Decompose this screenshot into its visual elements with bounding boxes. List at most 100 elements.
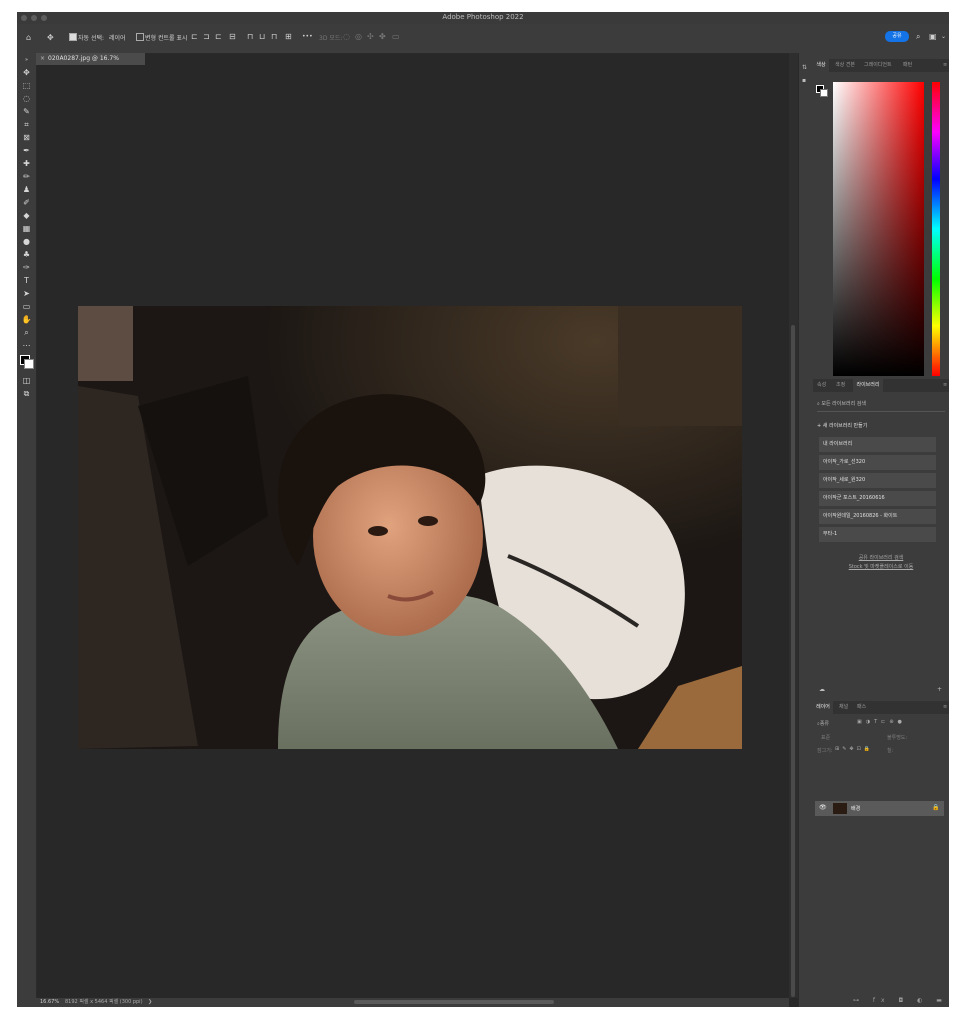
tab-patterns[interactable]: 패턴 [903,59,912,72]
tab-swatches[interactable]: 색상 견본 [835,59,855,72]
align-top-icon[interactable]: ⊓ [247,32,253,42]
quick-select-tool-icon[interactable]: ✎ [20,106,33,117]
tab-adjustments[interactable]: 조정 [836,379,845,392]
align-bottom-icon[interactable]: ⊓ [271,32,277,42]
layer-row[interactable]: 👁 배경 🔒 [815,801,944,816]
eyedropper-tool-icon[interactable]: ✒ [20,145,33,156]
pen-tool-icon[interactable]: ✑ [20,262,33,273]
tab-layers[interactable]: 레이어 [813,701,833,714]
auto-select-checkbox[interactable] [69,33,77,41]
opacity-label[interactable]: 불투명도: [887,734,907,741]
marquee-tool-icon[interactable]: ⬚ [20,80,33,91]
status-arrow-icon[interactable]: ❯ [148,998,152,1007]
hand-tool-icon[interactable]: ✋ [20,314,33,325]
panel-menu-icon[interactable]: ≡ [943,379,947,392]
layer-filter-kind[interactable]: ⌕종류 [817,720,829,727]
tab-gradients[interactable]: 그레이디언트 [864,59,892,72]
zoom-level[interactable]: 16.67% [40,998,59,1007]
lock-icons[interactable]: ⊞✎✥⊡🔒 [835,746,873,752]
align-left-icon[interactable]: ⊏ [191,32,198,42]
type-tool-icon[interactable]: T [20,275,33,286]
transform-controls-checkbox[interactable] [136,33,144,41]
orbit-3d-icon[interactable]: ◌ [343,32,350,42]
lock-icon[interactable]: 🔒 [932,804,939,811]
cloud-icon[interactable]: ☁ [819,686,825,693]
blend-mode-dropdown[interactable]: 표준 [821,734,830,741]
more-options-button[interactable]: ••• [302,33,313,40]
background-color-swatch[interactable] [820,89,828,97]
layer-name[interactable]: 배경 [851,805,860,812]
quick-mask-icon[interactable]: ◫ [20,375,33,386]
layers-footer-icons[interactable]: ⊶ fx ◘ ◐ ▬ ⊞ 🗑 [853,997,949,1004]
library-item[interactable]: 아이작_가로_선320 [819,455,936,470]
document-tab[interactable]: × 020A0287.jpg @ 16.7% (RGB/8*) [36,53,145,74]
edit-toolbar-icon[interactable]: ⋯ [20,340,33,351]
close-document-icon[interactable]: × [40,53,45,65]
blur-tool-icon[interactable]: ● [20,236,33,247]
healing-brush-tool-icon[interactable]: ✚ [20,158,33,169]
library-search[interactable]: ⌕ 모든 라이브러리 검색 [817,400,866,407]
move-tool-icon[interactable]: ✥ [47,33,54,43]
new-library-button[interactable]: + 새 라이브러리 만들기 [817,422,867,429]
screen-mode-icon[interactable]: ⧉ [20,388,33,399]
auto-select-label: 자동 선택: [78,35,105,42]
slide-3d-icon[interactable]: ✤ [379,32,386,42]
tab-color[interactable]: 색상 [813,59,829,72]
frame-tool-icon[interactable]: ⊠ [20,132,33,143]
chevron-down-icon[interactable]: ⌄ [941,32,946,42]
clone-stamp-tool-icon[interactable]: ♟ [20,184,33,195]
distribute-icon[interactable]: ⊟ [229,32,236,42]
library-item[interactable]: 내 라이브러리 [819,437,936,452]
canvas-area[interactable] [37,65,789,998]
horizontal-scroll-thumb[interactable] [354,1000,554,1004]
vertical-scrollbar[interactable] [789,53,798,998]
library-item[interactable]: 아이작원데일_20160826 - 화이트 [819,509,936,524]
crop-tool-icon[interactable]: ⌗ [20,119,33,130]
brush-tool-icon[interactable]: ✏ [20,171,33,182]
fill-label[interactable]: 칠: [887,747,893,754]
move-tool-icon[interactable]: ✥ [20,67,33,78]
distribute-vertical-icon[interactable]: ⊞ [285,32,292,42]
home-icon[interactable]: ⌂ [26,33,31,43]
history-panel-icon[interactable]: ⇅ [802,64,807,71]
tab-libraries[interactable]: 라이브러리 [853,379,883,392]
gradient-tool-icon[interactable]: ▦ [20,223,33,234]
history-brush-tool-icon[interactable]: ✐ [20,197,33,208]
eraser-tool-icon[interactable]: ◆ [20,210,33,221]
library-item[interactable]: 아이작군 포스트_20160616 [819,491,936,506]
library-item[interactable]: 아이작_세로_원320 [819,473,936,488]
tab-properties[interactable]: 속성 [817,379,826,392]
document-size-info[interactable]: 8192 픽셀 x 5464 픽셀 (300 ppi) [65,998,143,1007]
comments-panel-icon[interactable]: ▪ [802,77,806,84]
align-center-icon[interactable]: ⊐ [203,32,210,42]
collapse-icon[interactable]: » [20,55,33,66]
rectangle-tool-icon[interactable]: ▭ [20,301,33,312]
tab-paths[interactable]: 패스 [857,701,866,714]
color-field[interactable] [833,82,924,376]
roll-3d-icon[interactable]: ◎ [355,32,362,42]
auto-select-dropdown[interactable]: 레이어 [109,33,126,42]
background-color-swatch[interactable] [24,359,34,369]
zoom-tool-icon[interactable]: ⌕ [20,327,33,338]
workspace-icon[interactable]: ▣ [929,32,937,42]
tab-channels[interactable]: 채널 [839,701,848,714]
align-middle-icon[interactable]: ⊔ [259,32,265,42]
layer-filter-icons[interactable]: ▣◑T⊏⊕● [857,719,906,725]
search-icon[interactable]: ⌕ [916,32,920,42]
dodge-tool-icon[interactable]: ♣ [20,249,33,260]
panel-menu-icon[interactable]: ≡ [943,701,947,714]
scale-3d-icon[interactable]: ▭ [392,32,400,42]
align-right-icon[interactable]: ⊏ [215,32,222,42]
hue-slider[interactable] [932,82,940,376]
stock-marketplace-link[interactable]: Stock 및 마켓플레이스로 이동 [813,563,949,570]
library-item[interactable]: 무타-1 [819,527,936,542]
add-element-icon[interactable]: + [937,686,942,693]
panel-menu-icon[interactable]: ≡ [943,59,947,72]
lasso-tool-icon[interactable]: ◌ [20,93,33,104]
path-selection-tool-icon[interactable]: ➤ [20,288,33,299]
pan-3d-icon[interactable]: ✣ [367,32,374,42]
visibility-eye-icon[interactable]: 👁 [819,804,827,811]
browse-shared-libraries-link[interactable]: 공유 라이브러리 검색 [813,554,949,561]
vertical-scroll-thumb[interactable] [791,325,795,997]
share-button[interactable]: 공유 [885,31,909,42]
